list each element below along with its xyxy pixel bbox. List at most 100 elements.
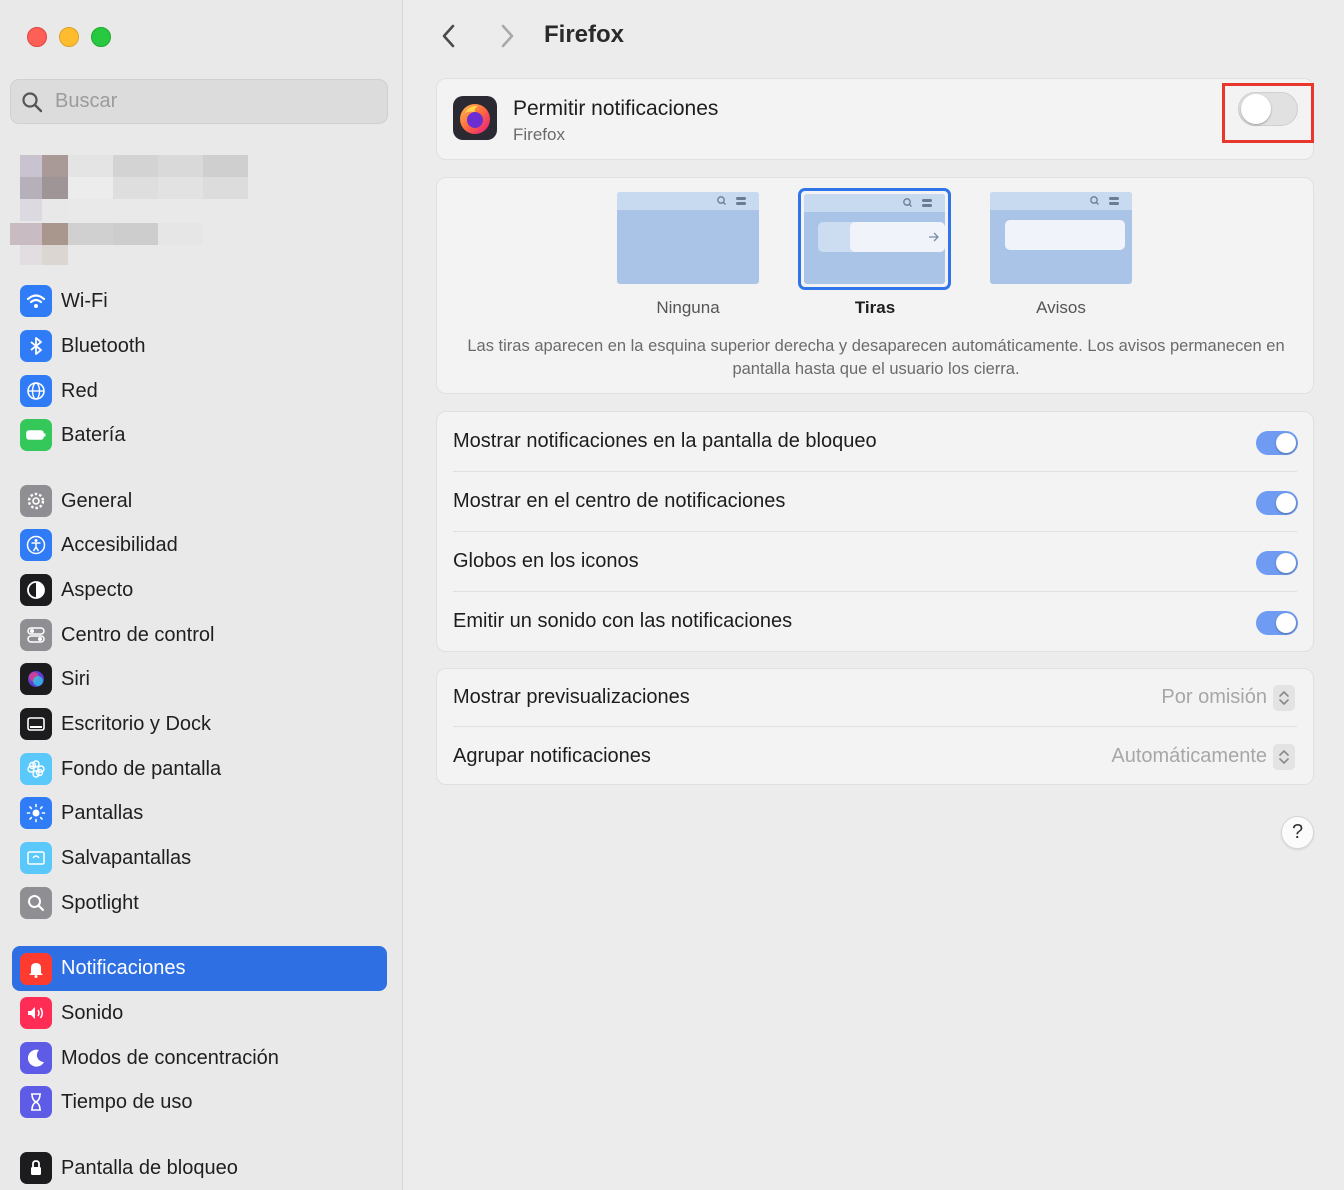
sidebar-item-label: Salvapantallas xyxy=(61,846,192,869)
grouping-select-stepper[interactable] xyxy=(1273,744,1295,770)
sidebar-item-label: Pantalla de bloqueo xyxy=(61,1156,238,1179)
sidebar-item-label: Fondo de pantalla xyxy=(61,757,222,780)
window-controls xyxy=(27,27,111,47)
gear-icon xyxy=(20,485,52,517)
badges-toggle[interactable] xyxy=(1256,551,1298,575)
sidebar-item-label: Modos de concentración xyxy=(61,1046,279,1069)
sidebar-item-notifications[interactable]: Notificaciones xyxy=(12,946,387,991)
sidebar-item-battery[interactable]: Batería xyxy=(12,414,387,456)
zoom-window-button[interactable] xyxy=(91,27,111,47)
style-option-alerts[interactable] xyxy=(990,192,1132,284)
toggle-label: Mostrar en el centro de notificaciones xyxy=(453,490,786,512)
sidebar-item-displays[interactable]: Pantallas xyxy=(12,792,387,834)
sidebar-item-appearance[interactable]: Aspecto xyxy=(12,569,387,611)
bluetooth-icon xyxy=(20,330,52,362)
user-profile-blurred[interactable] xyxy=(10,145,290,270)
toggle-row-sound: Emitir un sonido con las notificaciones xyxy=(437,592,1313,652)
toggle-knob xyxy=(1276,613,1296,633)
sidebar-item-accessibility[interactable]: Accesibilidad xyxy=(12,524,387,566)
allow-notifications-label: Permitir notificaciones xyxy=(513,97,719,120)
sidebar-item-screensaver[interactable]: Salvapantallas xyxy=(12,837,387,879)
toggle-knob xyxy=(1276,553,1296,573)
search-input[interactable] xyxy=(55,90,355,113)
sidebar-item-desktop-dock[interactable]: Escritorio y Dock xyxy=(12,703,387,745)
style-label-banners: Tiras xyxy=(854,298,896,317)
toggle-knob xyxy=(1276,493,1296,513)
sidebar-item-wallpaper[interactable]: Fondo de pantalla xyxy=(12,748,387,790)
app-name-label: Firefox xyxy=(513,125,565,144)
hourglass-icon xyxy=(20,1086,52,1118)
sidebar-item-screen-time[interactable]: Tiempo de uso xyxy=(12,1081,387,1123)
sidebar-item-label: General xyxy=(61,489,133,512)
siri-icon xyxy=(20,663,52,695)
toggle-label: Mostrar notificaciones en la pantalla de… xyxy=(453,430,877,452)
allow-notifications-toggle[interactable] xyxy=(1238,92,1298,126)
battery-icon xyxy=(20,419,52,451)
sidebar-item-label: Red xyxy=(61,379,98,402)
sidebar-item-label: Sonido xyxy=(61,1001,124,1024)
sidebar-item-label: Siri xyxy=(61,667,90,690)
display-icon xyxy=(20,797,52,829)
page-title: Firefox xyxy=(544,21,625,48)
close-window-button[interactable] xyxy=(27,27,47,47)
back-button[interactable] xyxy=(434,20,464,52)
sidebar-item-general[interactable]: General xyxy=(12,480,387,522)
lock-screen-toggle[interactable] xyxy=(1256,431,1298,455)
speaker-icon xyxy=(20,997,52,1029)
sidebar-item-sound[interactable]: Sonido xyxy=(12,992,387,1034)
sidebar-item-label: Notificaciones xyxy=(61,957,186,979)
style-option-none[interactable] xyxy=(617,192,759,284)
menubar-icons xyxy=(903,198,932,207)
notification-center-toggle[interactable] xyxy=(1256,491,1298,515)
toggle-label: Emitir un sonido con las notificaciones xyxy=(453,610,793,632)
toggle-row-notification-center: Mostrar en el centro de notificaciones xyxy=(437,472,1313,532)
grouping-select-value[interactable]: Automáticamente xyxy=(1111,745,1267,768)
menubar-icons xyxy=(717,196,746,205)
lock-icon xyxy=(20,1152,52,1184)
previews-select-stepper[interactable] xyxy=(1273,685,1295,711)
style-option-banners[interactable] xyxy=(804,194,945,284)
select-row-grouping: Agrupar notificaciones Automáticamente xyxy=(437,727,1313,785)
select-label: Agrupar notificaciones xyxy=(453,745,651,767)
toggle-knob xyxy=(1241,94,1271,124)
select-row-previews: Mostrar previsualizaciones Por omisión xyxy=(437,669,1313,727)
sidebar-item-wifi[interactable]: Wi-Fi xyxy=(12,280,387,322)
select-label: Mostrar previsualizaciones xyxy=(453,686,690,708)
sidebar-item-lock-screen[interactable]: Pantalla de bloqueo xyxy=(12,1147,387,1189)
sidebar-item-label: Aspecto xyxy=(61,578,134,601)
minimize-window-button[interactable] xyxy=(59,27,79,47)
sidebar-item-label: Escritorio y Dock xyxy=(61,712,212,735)
sidebar-item-label: Centro de control xyxy=(61,623,215,646)
wallpaper-icon xyxy=(20,753,52,785)
globe-icon xyxy=(20,375,52,407)
previews-select-value[interactable]: Por omisión xyxy=(1161,686,1267,709)
style-label-alerts: Avisos xyxy=(1036,298,1086,317)
forward-button[interactable] xyxy=(492,20,522,52)
sidebar-item-focus[interactable]: Modos de concentración xyxy=(12,1037,387,1079)
wifi-icon xyxy=(20,285,52,317)
style-description: Las tiras aparecen en la esquina superio… xyxy=(467,337,1285,378)
accessibility-icon xyxy=(20,529,52,561)
toolbar: Firefox xyxy=(404,0,1344,72)
sidebar-item-label: Batería xyxy=(61,423,126,446)
spotlight-icon xyxy=(20,887,52,919)
appearance-icon xyxy=(20,574,52,606)
firefox-icon xyxy=(453,96,497,140)
toggle-row-badges: Globos en los iconos xyxy=(437,532,1313,592)
screensaver-icon xyxy=(20,842,52,874)
sidebar-item-siri[interactable]: Siri xyxy=(12,658,387,700)
sidebar-item-label: Wi-Fi xyxy=(61,289,108,312)
search-field[interactable] xyxy=(10,79,388,124)
sidebar-item-spotlight[interactable]: Spotlight xyxy=(12,882,387,924)
sidebar-item-control-center[interactable]: Centro de control xyxy=(12,614,387,656)
control-center-icon xyxy=(20,619,52,651)
sidebar-item-bluetooth[interactable]: Bluetooth xyxy=(12,325,387,367)
sidebar-item-label: Pantallas xyxy=(61,801,144,824)
arrow-right-icon xyxy=(929,232,939,242)
alert-preview xyxy=(1005,220,1125,250)
sound-toggle[interactable] xyxy=(1256,611,1298,635)
help-button[interactable]: ? xyxy=(1281,816,1314,849)
menubar-icons xyxy=(1090,196,1119,205)
sidebar-item-network[interactable]: Red xyxy=(12,370,387,412)
dock-icon xyxy=(20,708,52,740)
